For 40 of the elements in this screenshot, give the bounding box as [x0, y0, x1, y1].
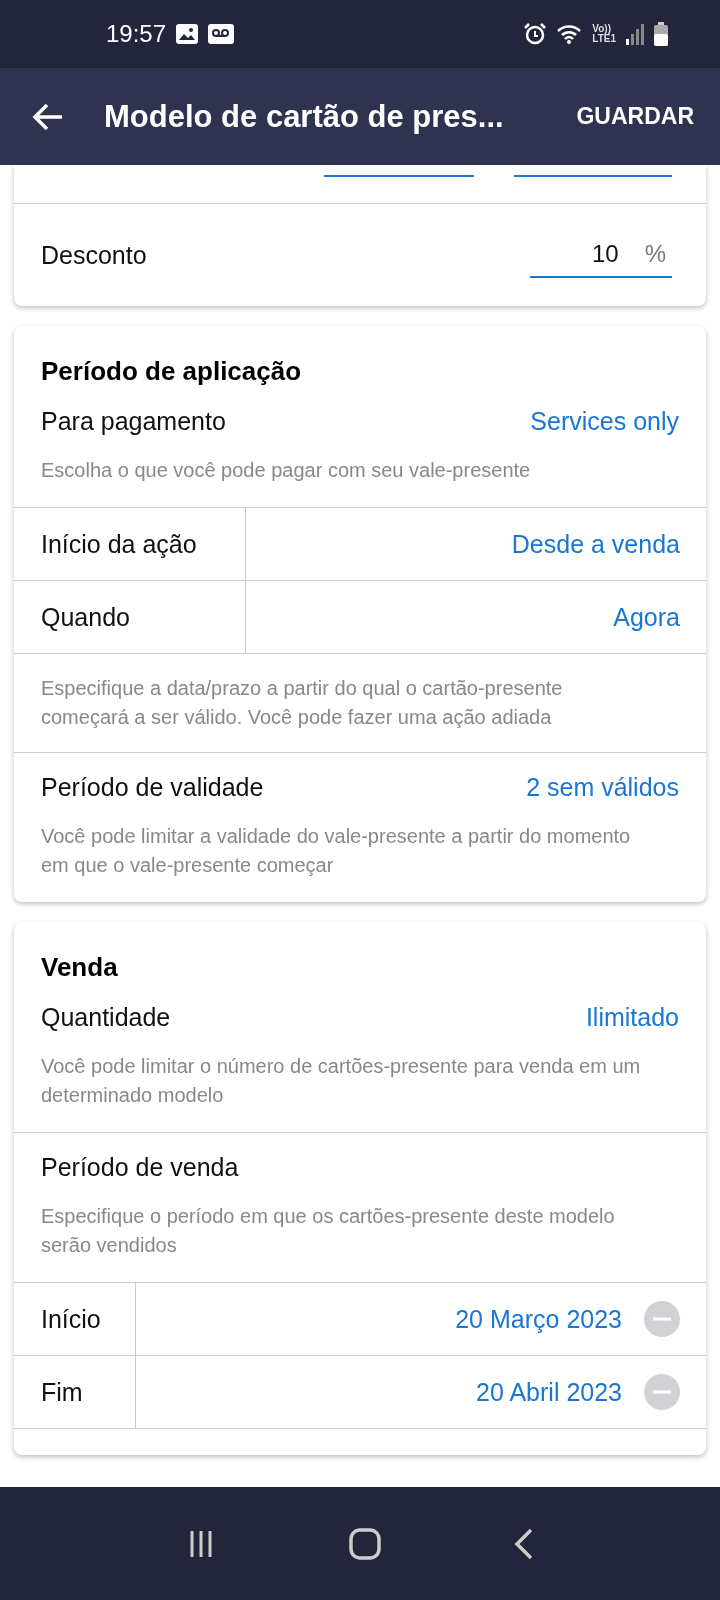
section-title: Período de aplicação — [40, 355, 303, 387]
setting-value[interactable]: 20 Março 2023 — [455, 1304, 622, 1334]
status-time: 19:57 — [106, 20, 167, 48]
remove-icon[interactable] — [644, 1301, 680, 1337]
hint-text: Especifique o período em que os cartões-presente deste modelo serão vendidos — [41, 1204, 616, 1258]
remove-icon[interactable] — [644, 1374, 680, 1410]
setting-label: Período de validade — [41, 773, 264, 802]
field-label: Desconto — [41, 240, 147, 270]
setting-label: Início — [41, 1304, 101, 1334]
alarm-icon — [524, 23, 547, 45]
section-title: Venda — [40, 951, 119, 983]
setting-label: Quando — [41, 602, 130, 632]
setting-value[interactable]: Ilimitado — [585, 1003, 679, 1032]
home-icon — [349, 1527, 381, 1560]
network-label: Vo)) LTE1 — [592, 24, 616, 44]
wifi-icon — [556, 23, 583, 45]
signal-icon — [626, 23, 644, 45]
save-button[interactable]: GUARDAR — [570, 97, 700, 136]
input-underline[interactable] — [324, 175, 474, 177]
voicemail-icon — [208, 24, 235, 44]
hint-text: Especifique a data/prazo a partir do qual o cartão-presente começará a ser válido. Você pode fazer uma ação adiada — [41, 676, 564, 730]
input-underline[interactable] — [514, 175, 672, 177]
setting-label: Início da ação — [41, 529, 197, 559]
hint-text: Você pode limitar o número de cartões-presente para venda em um determinado modelo — [41, 1054, 642, 1108]
setting-value[interactable]: 20 Abril 2023 — [476, 1377, 622, 1407]
setting-value[interactable]: Services only — [530, 407, 679, 436]
setting-label: Quantidade — [41, 1003, 171, 1032]
discount-field[interactable]: 10 % — [530, 232, 672, 278]
back-icon — [513, 1527, 534, 1560]
setting-value[interactable]: Desde a venda — [511, 529, 680, 559]
setting-value[interactable]: Agora — [613, 602, 680, 632]
setting-label: Para pagamento — [41, 407, 226, 436]
setting-value[interactable]: 2 sem válidos — [526, 773, 679, 802]
screen-title: Modelo de cartão de pres... — [104, 98, 505, 135]
hint-text: Você pode limitar a validade do vale-presente a partir do momento em que o vale-presente começar — [41, 824, 632, 878]
image-icon — [176, 24, 199, 44]
setting-label: Fim — [41, 1377, 83, 1407]
setting-label: Período de venda — [41, 1153, 239, 1182]
hint-text: Escolha o que você pode pagar com seu vale-presente — [41, 458, 532, 483]
battery-icon — [654, 22, 668, 46]
